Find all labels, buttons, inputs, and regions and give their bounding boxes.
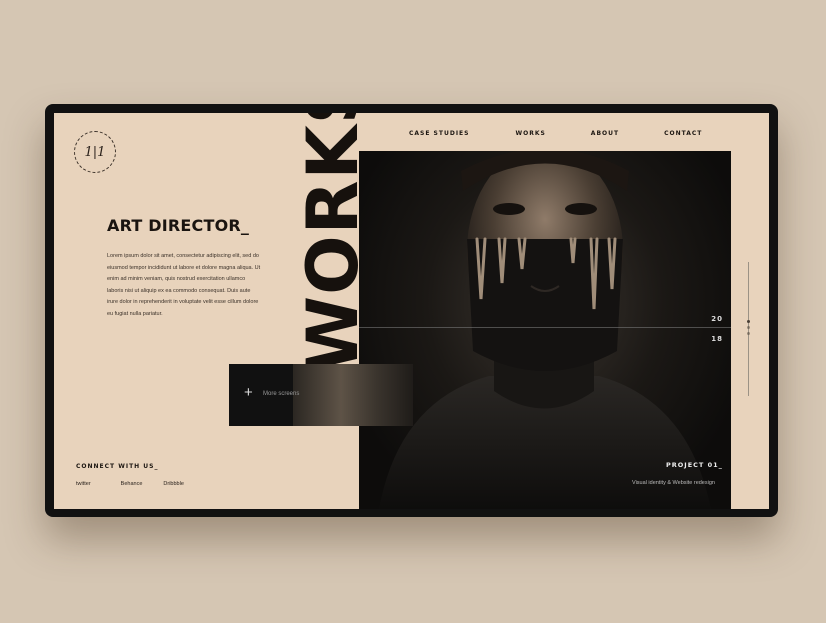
page-canvas: 1|1 ART DIRECTOR_ Lorem ipsum dolor sit … <box>54 113 769 509</box>
year-top: 20 <box>711 315 723 323</box>
scroll-dot[interactable] <box>747 332 750 335</box>
year-bottom: 18 <box>711 335 723 343</box>
connect-title: CONNECT WITH US_ <box>76 463 159 470</box>
project-label[interactable]: PROJECT 01_ <box>666 461 723 469</box>
social-twitter[interactable]: twitter <box>76 481 91 487</box>
social-behance[interactable]: Behance <box>121 481 143 487</box>
nav-contact[interactable]: CONTACT <box>664 130 702 137</box>
plus-icon[interactable]: + <box>244 384 253 402</box>
more-screens-card[interactable]: + More screens <box>229 364 413 426</box>
nav-works[interactable]: WORKS <box>515 130 545 137</box>
thumb-image <box>293 364 413 426</box>
nav-about[interactable]: ABOUT <box>591 130 619 137</box>
project-subtitle: Visual identity & Website redesign <box>632 480 715 486</box>
scroll-dot[interactable] <box>747 326 750 329</box>
hero-image: 20 18 PROJECT 01_ Visual identity & Webs… <box>359 151 731 509</box>
browser-frame: 1|1 ART DIRECTOR_ Lorem ipsum dolor sit … <box>45 104 778 517</box>
portrait-illustration <box>379 151 711 509</box>
hero-divider <box>359 327 731 328</box>
social-links: twitter Behance Dribbble <box>76 481 184 487</box>
nav-case-studies[interactable]: CASE STUDIES <box>409 130 469 137</box>
lead-paragraph: Lorem ipsum dolor sit amet, consectetur … <box>107 253 261 317</box>
page-title: ART DIRECTOR_ <box>107 216 250 235</box>
scroll-indicator[interactable] <box>748 262 749 396</box>
logo-mark: 1|1 <box>84 144 106 160</box>
brand-logo[interactable]: 1|1 <box>74 131 116 173</box>
thumb-label: More screens <box>263 391 300 397</box>
scroll-dot[interactable] <box>747 320 750 323</box>
main-nav: CASE STUDIES WORKS ABOUT CONTACT <box>409 130 702 137</box>
social-dribbble[interactable]: Dribbble <box>163 481 183 487</box>
